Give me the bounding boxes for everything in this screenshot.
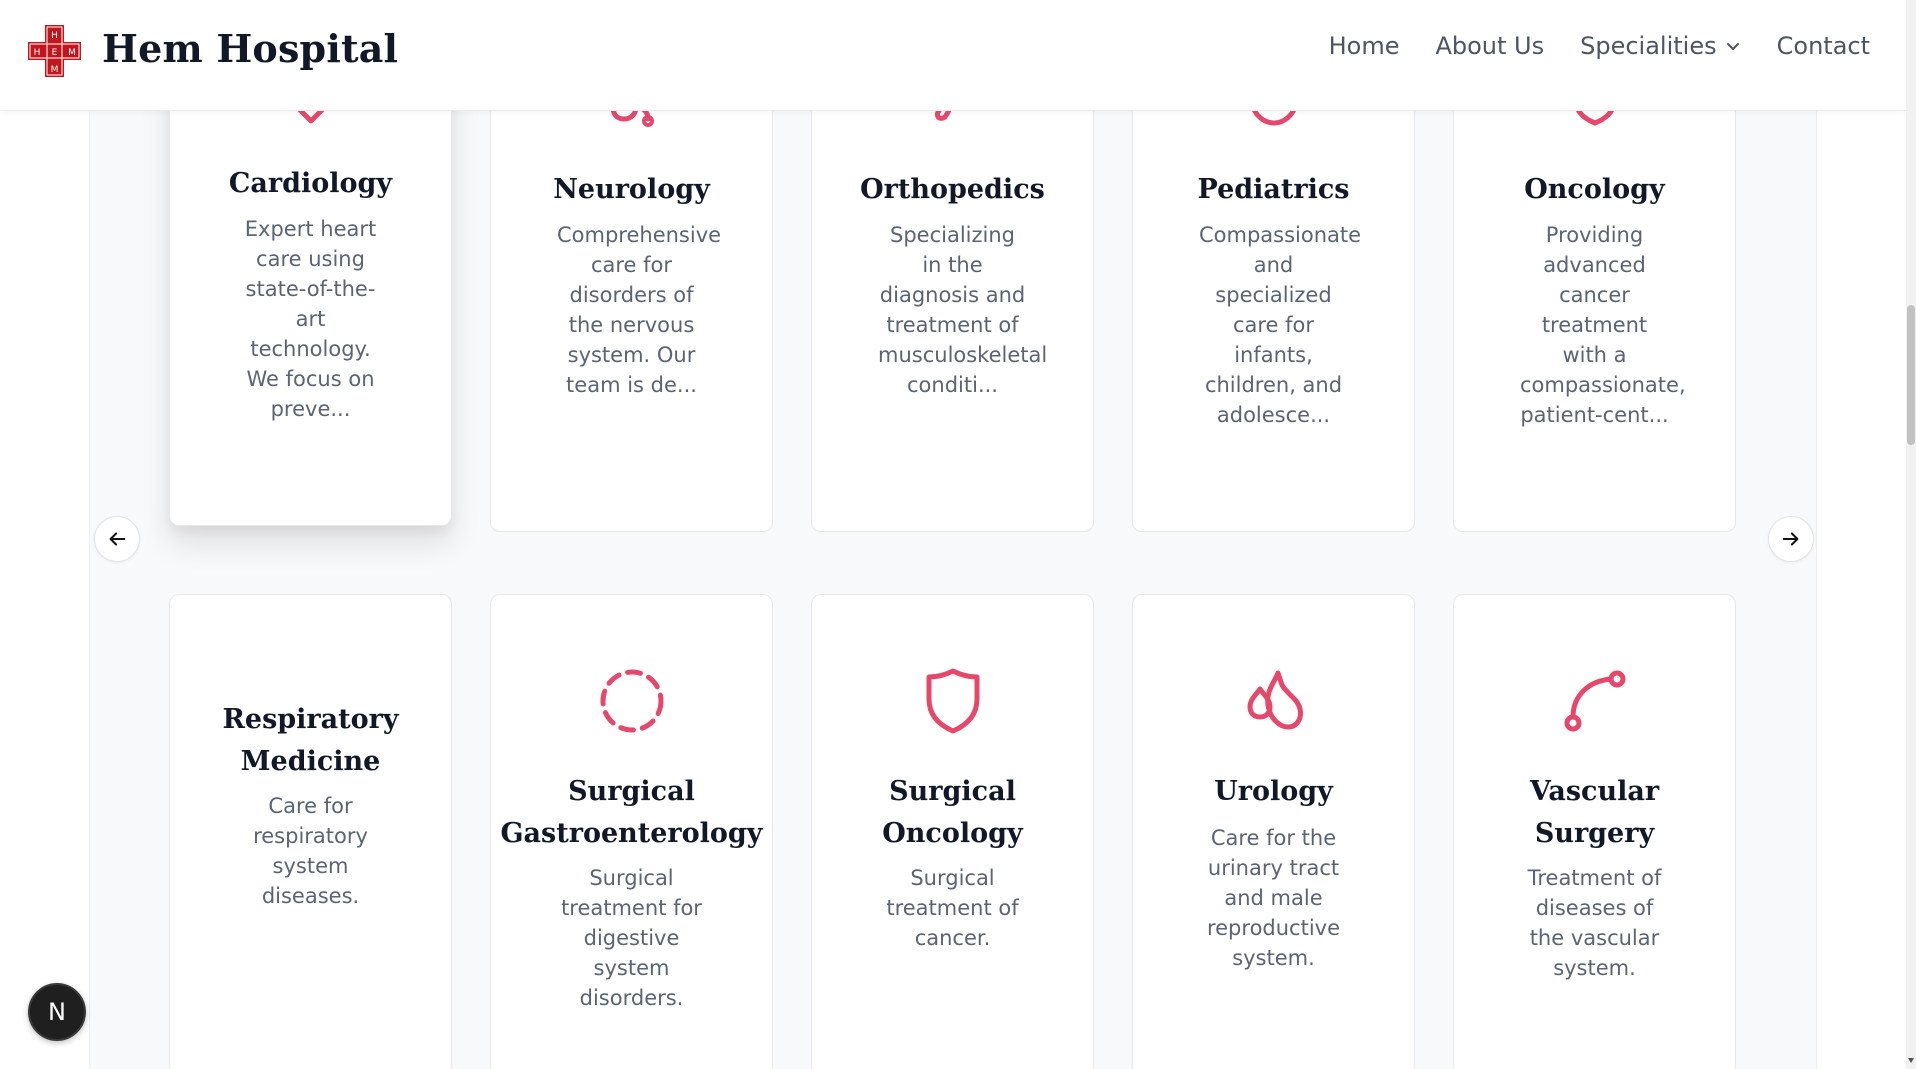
nav-home-label: Home [1328,32,1400,60]
speciality-card-surgical-oncology[interactable]: Surgical Oncology Surgical treatment of … [811,594,1094,1069]
site-header: H H E M M Hem Hospital Home About Us Spe… [0,0,1906,111]
card-title: Urology [1214,776,1333,807]
card-description: Treatment of diseases of the vascular sy… [1527,866,1662,980]
droplets-icon [1247,670,1303,730]
chevron-down-icon [1726,43,1739,50]
card-description: Care for the urinary tract and male repr… [1206,826,1341,970]
card-description: Surgical treatment of cancer. [886,866,1019,950]
speciality-card-surgical-gastroenterology[interactable]: Surgical Gastroenterology Surgical treat… [490,594,773,1069]
card-title: Respiratory Medicine [222,704,399,777]
carousel-next-button[interactable] [1768,516,1814,562]
card-description: Compassionate and specialized care for i… [1199,223,1362,427]
card-title: Pediatrics [1197,174,1350,205]
card-title: Cardiology [228,168,393,199]
hospital-logo[interactable]: H H E M M [28,25,81,77]
card-description: Surgical treatment for digestive system … [561,866,702,1010]
nav-contact[interactable]: Contact [1777,32,1870,60]
card-title: Vascular Surgery [1529,776,1660,849]
carousel-prev-button[interactable] [94,516,140,562]
svg-text:M: M [51,65,59,75]
card-description: Specializing in the diagnosis and treatm… [878,223,1048,397]
nav-contact-label: Contact [1776,32,1870,60]
page-scrollbar[interactable] [1906,0,1916,1069]
card-description: Care for respiratory system diseases. [253,794,368,908]
card-description: Expert heart care using state-of-the-art… [244,217,377,421]
card-title: Surgical Gastroenterology [500,776,763,849]
arrow-right-icon [1782,532,1799,546]
route-icon [1564,670,1625,732]
arrow-left-icon [109,532,126,546]
speciality-card-respiratory-medicine[interactable]: Respiratory Medicine Care for respirator… [169,594,452,1069]
specialities-section: Cardiology Expert heart care using state… [89,0,1817,1069]
nav-about-label: About Us [1435,32,1545,60]
svg-text:M: M [68,48,76,58]
brand-name[interactable]: Hem Hospital [102,26,398,71]
main-nav: Home About Us Specialities Contact [1329,32,1870,60]
card-description: Providing advanced cancer treatment with… [1520,223,1686,427]
nav-home[interactable]: Home [1329,32,1400,60]
svg-text:H: H [34,48,41,58]
dashed-circle-icon [600,669,663,733]
scrollbar-thumb[interactable] [1907,305,1915,445]
card-title: Neurology [553,174,710,205]
speciality-card-vascular-surgery[interactable]: Vascular Surgery Treatment of diseases o… [1453,594,1736,1069]
page: Cardiology Expert heart care using state… [0,0,1906,1069]
next-dev-badge[interactable]: N [28,983,86,1041]
nav-specialities[interactable]: Specialities [1580,32,1741,60]
svg-text:H: H [51,31,58,41]
card-title: Oncology [1524,174,1665,205]
card-title: Surgical Oncology [882,776,1023,849]
shield-icon [926,668,979,734]
speciality-card-urology[interactable]: Urology Care for the urinary tract and m… [1132,594,1415,1069]
card-description: Comprehensive care for disorders of the … [557,223,722,397]
card-title: Orthopedics [860,174,1045,205]
nav-about-us[interactable]: About Us [1435,32,1544,60]
nav-specialities-label: Specialities [1580,32,1717,60]
svg-text:E: E [52,48,58,58]
scroll-down-arrow-icon[interactable] [1906,1055,1916,1065]
